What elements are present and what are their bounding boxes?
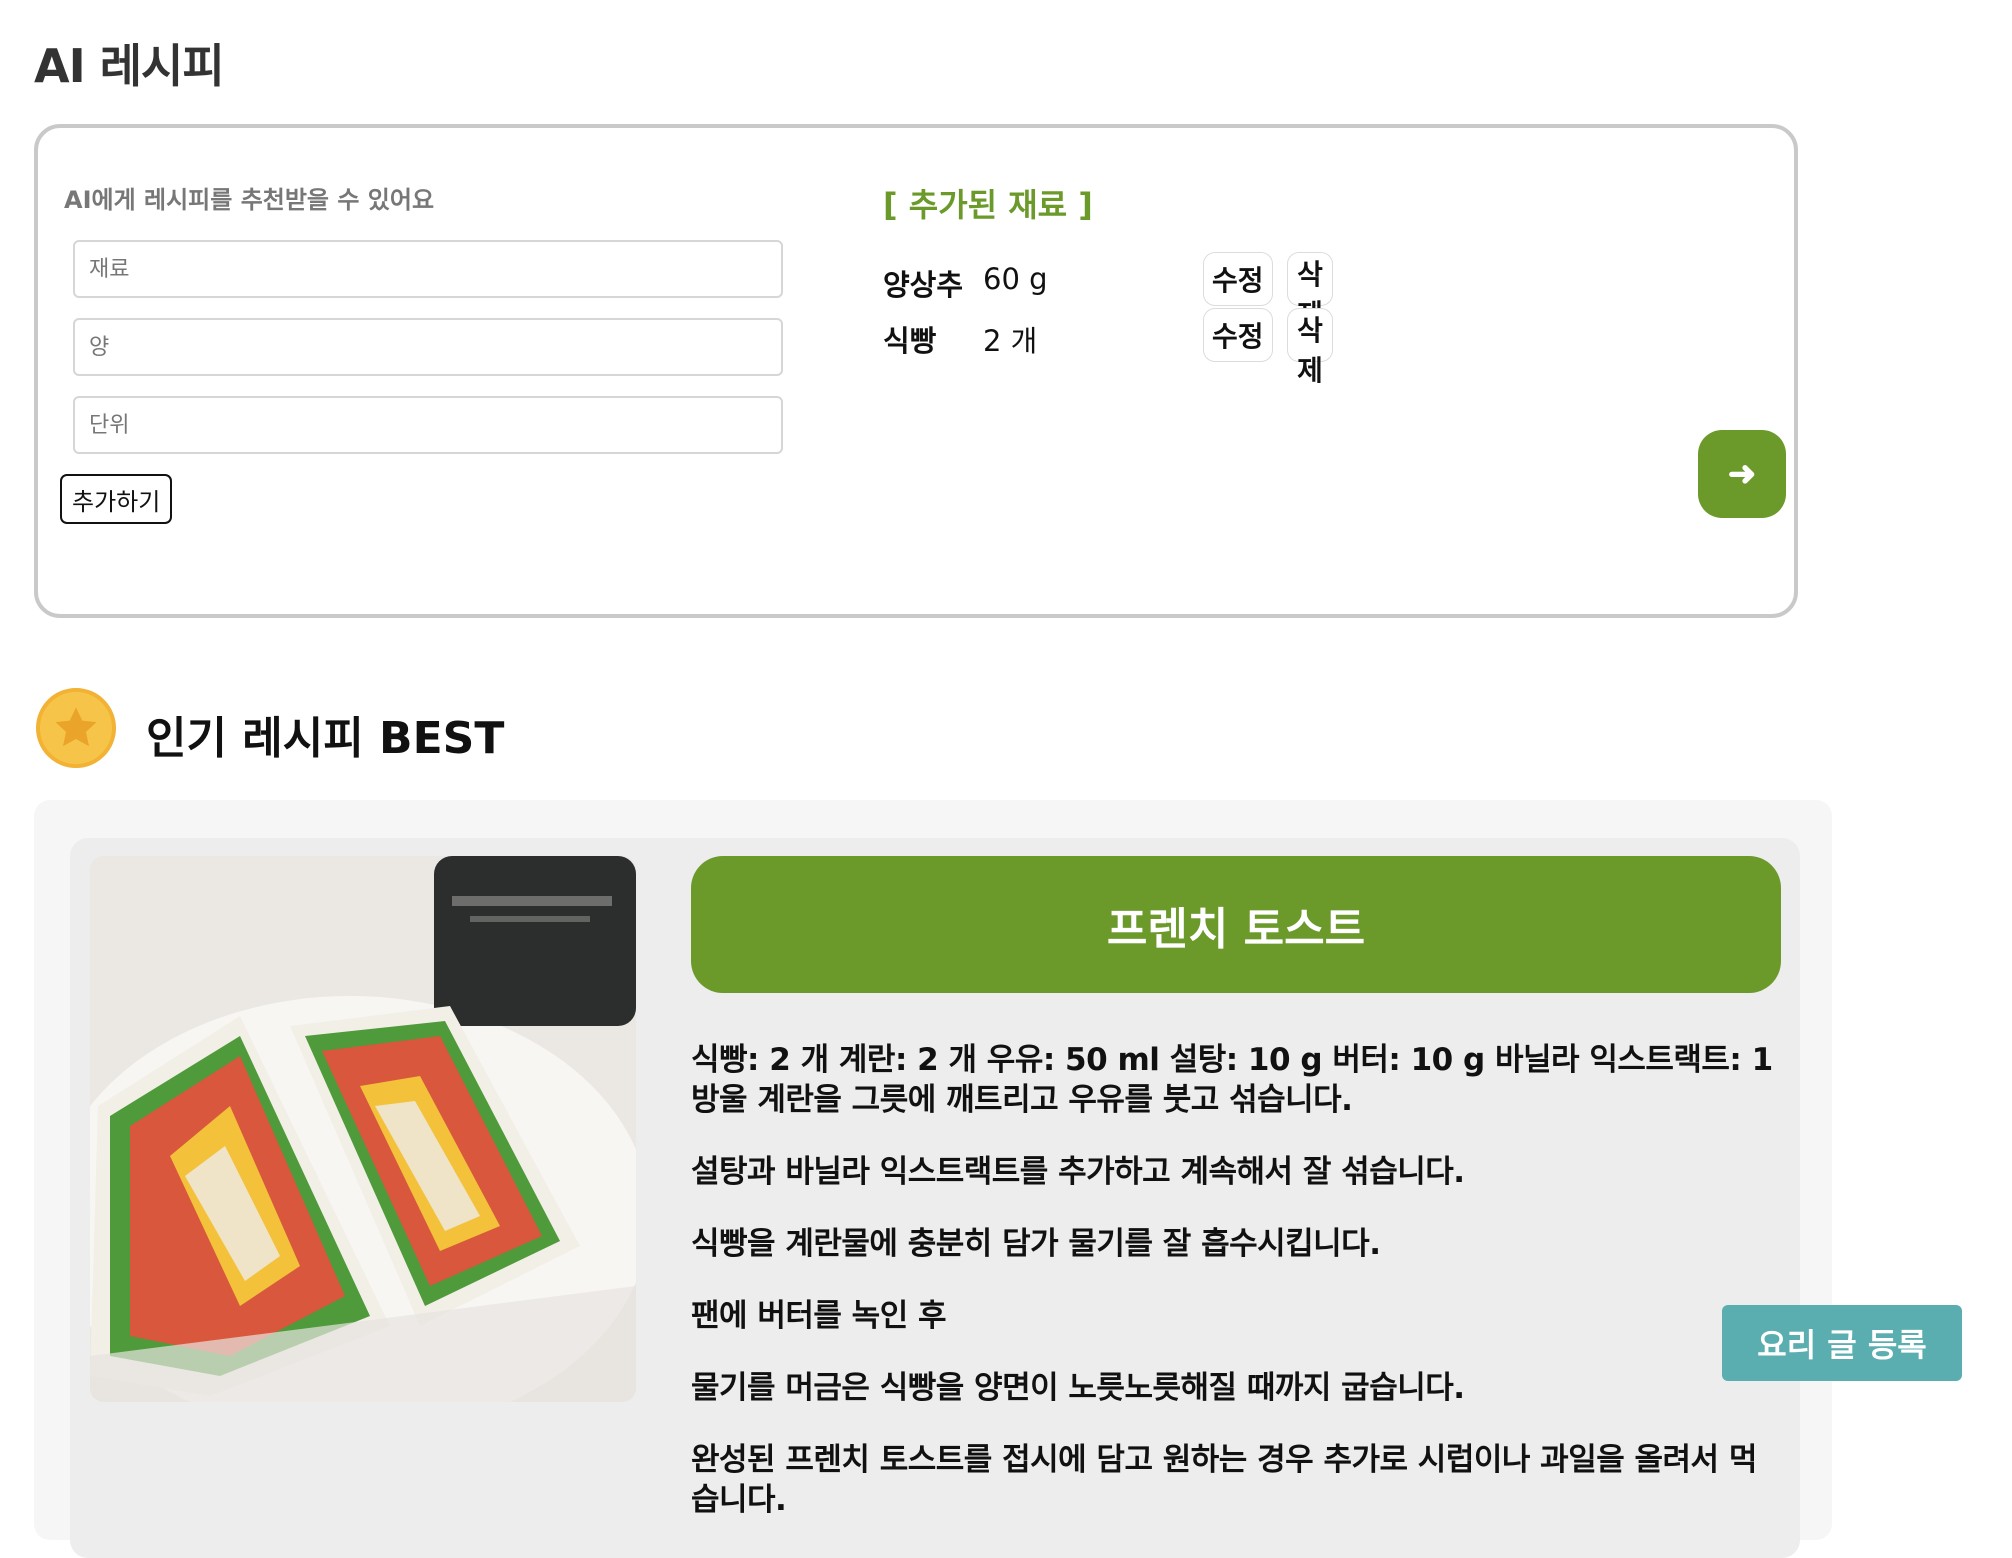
added-ingredients-title: [ 추가된 재료 ] xyxy=(883,186,1093,224)
register-post-button[interactable]: 요리 글 등록 xyxy=(1722,1305,1962,1381)
arrow-right-icon: ➜ xyxy=(1727,455,1757,493)
recipe-step: 식빵을 계란물에 충분히 담가 물기를 잘 흡수시킵니다. xyxy=(691,1226,1381,1262)
ingredient-row: 식빵 2 개 수정 삭제 xyxy=(883,308,1333,387)
ingredient-quantity: 2 개 xyxy=(983,324,1038,358)
add-ingredient-button[interactable]: 추가하기 xyxy=(60,474,173,524)
edit-ingredient-button[interactable]: 수정 xyxy=(1203,252,1273,306)
recipe-step: 완성된 프렌치 토스트를 접시에 담고 원하는 경우 추가로 시럽이나 과일을 … xyxy=(691,1442,1757,1518)
recipe-title: 프렌치 토스트 xyxy=(1106,903,1366,955)
unit-input[interactable] xyxy=(73,396,783,454)
ingredient-name: 식빵 xyxy=(883,324,937,358)
best-recipes-title: 인기 레시피 BEST xyxy=(146,713,505,764)
submit-recipe-button[interactable]: ➜ xyxy=(1698,430,1786,518)
ai-recipe-card: AI에게 레시피를 추천받을 수 있어요 추가하기 [ 추가된 재료 ] 양상추… xyxy=(34,124,1798,618)
recipe-title-bar: 프렌치 토스트 xyxy=(691,856,1781,993)
ingredient-name: 양상추 xyxy=(883,268,964,302)
edit-ingredient-button[interactable]: 수정 xyxy=(1203,308,1273,362)
delete-ingredient-button[interactable]: 삭제 xyxy=(1287,252,1333,331)
star-medal-icon xyxy=(36,688,116,768)
ingredient-quantity: 60 g xyxy=(983,262,1048,296)
delete-ingredient-button[interactable]: 삭제 xyxy=(1287,308,1333,387)
recipe-step: 팬에 버터를 녹인 후 xyxy=(691,1298,947,1334)
recipe-step: 물기를 머금은 식빵을 양면이 노릇노릇해질 때까지 굽습니다. xyxy=(691,1370,1465,1406)
recipe-photo xyxy=(90,856,636,1402)
ai-description: AI에게 레시피를 추천받을 수 있어요 xyxy=(64,186,435,214)
ingredient-input[interactable] xyxy=(73,240,783,298)
page-title: AI 레시피 xyxy=(34,39,225,93)
recipe-card[interactable]: 프렌치 토스트 식빵: 2 개 계란: 2 개 우유: 50 ml 설탕: 10… xyxy=(70,838,1800,1558)
recipe-step: 식빵: 2 개 계란: 2 개 우유: 50 ml 설탕: 10 g 버터: 1… xyxy=(691,1042,1773,1118)
best-recipes-header: 인기 레시피 BEST xyxy=(36,688,736,776)
recipe-step: 설탕과 바닐라 익스트랙트를 추가하고 계속해서 잘 섞습니다. xyxy=(691,1154,1465,1190)
amount-input[interactable] xyxy=(73,318,783,376)
ingredient-row: 양상추 60 g 수정 삭제 xyxy=(883,252,1333,331)
recipe-steps: 식빵: 2 개 계란: 2 개 우유: 50 ml 설탕: 10 g 버터: 1… xyxy=(691,1040,1781,1552)
